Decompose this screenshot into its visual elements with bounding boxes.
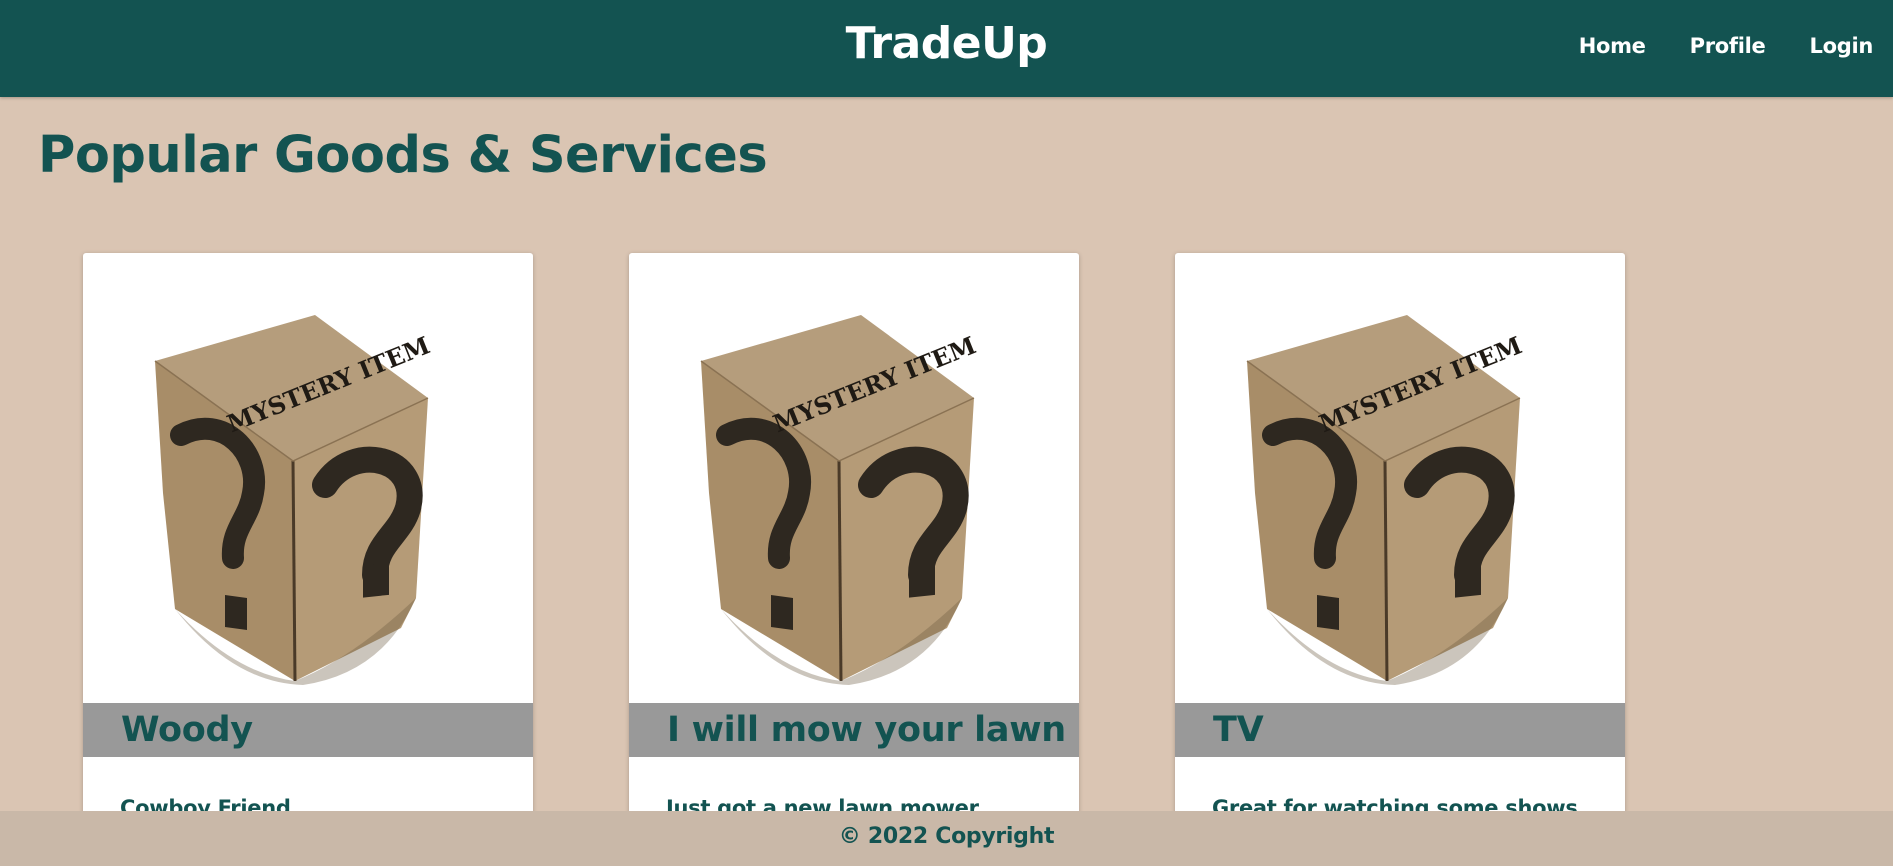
top-navbar: TradeUp Home Profile Login [0,0,1893,97]
card-title: TV [1213,710,1264,750]
card-name-bar: Woody [83,703,533,757]
listing-card-lawn[interactable]: MYSTERY ITEM I will mow your lawn Just g… [629,253,1079,853]
card-name-bar: I will mow your lawn [629,703,1079,757]
listing-card-woody[interactable]: MYSTERY ITEM Woody Cowboy Friend [83,253,533,853]
listing-card-tv[interactable]: MYSTERY ITEM TV Great for watching some … [1175,253,1625,853]
mystery-box-image: MYSTERY ITEM [83,253,533,703]
nav-home-link[interactable]: Home [1579,34,1646,58]
footer: © 2022 Copyright [0,811,1893,866]
card-name-bar: TV [1175,703,1625,757]
nav-login-link[interactable]: Login [1810,34,1874,58]
nav-profile-link[interactable]: Profile [1690,34,1766,58]
mystery-box-image: MYSTERY ITEM [1175,253,1625,703]
listing-cards: MYSTERY ITEM Woody Cowboy Friend MYSTERY… [83,253,1625,853]
card-title: Woody [121,710,253,750]
nav-links: Home Profile Login [1579,34,1874,58]
copyright-text: © 2022 Copyright [838,824,1055,849]
card-title: I will mow your lawn [667,710,1066,750]
page-title: Popular Goods & Services [38,126,768,185]
mystery-box-image: MYSTERY ITEM [629,253,1079,703]
